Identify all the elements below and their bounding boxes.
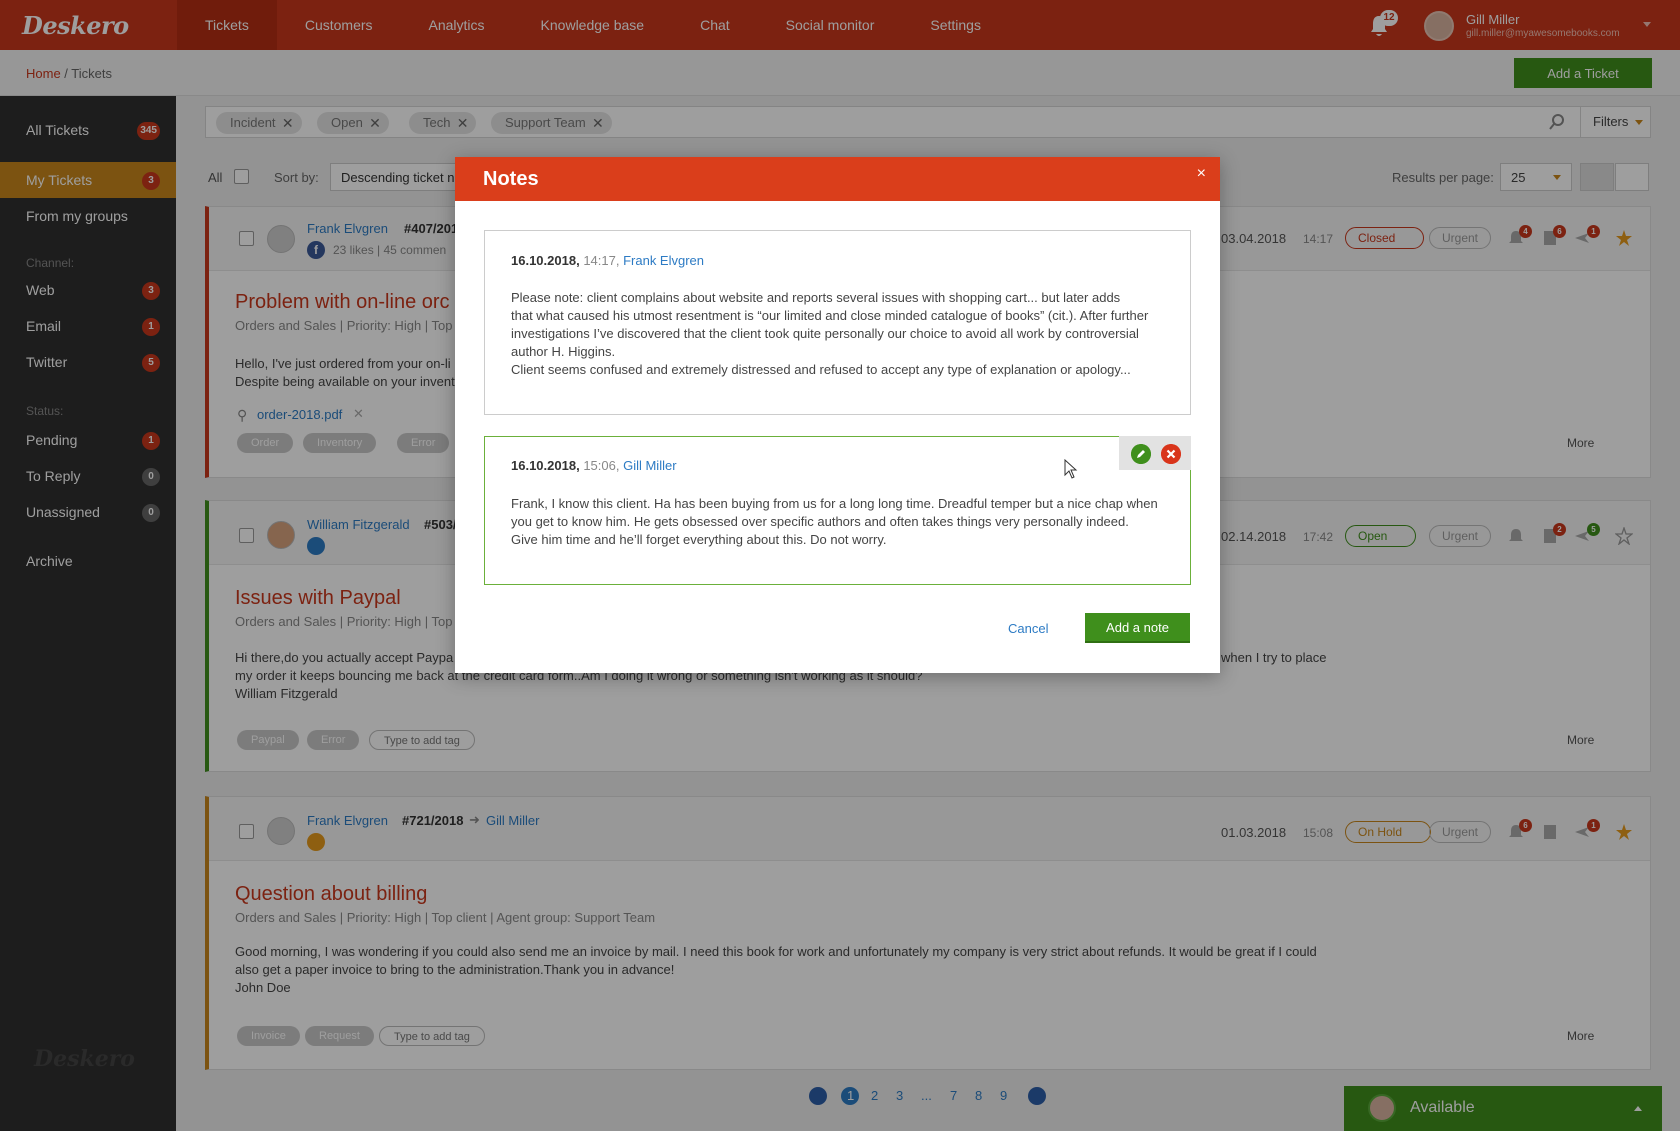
note-date: 16.10.2018, <box>511 253 580 268</box>
note-text-line: Give him time and he’ll forget everythin… <box>511 532 887 547</box>
note-text-line: Frank, I know this client. Ha has been b… <box>511 496 1158 511</box>
note-time: 15:06, <box>583 458 620 473</box>
note-text-line: investigations I’ve discovered that the … <box>511 326 1139 341</box>
modal-header: Notes × <box>455 157 1220 201</box>
note-text-line: author H. Higgins. <box>511 344 616 359</box>
note-card: 16.10.2018, 14:17, Frank Elvgren Please … <box>484 230 1191 415</box>
modal-title: Notes <box>483 168 539 190</box>
note-card-editing[interactable]: 16.10.2018, 15:06, Gill Miller Frank, I … <box>484 436 1191 585</box>
note-author-link[interactable]: Gill Miller <box>623 458 676 473</box>
note-author-link[interactable]: Frank Elvgren <box>623 253 704 268</box>
edit-pencil-icon[interactable] <box>1131 444 1151 464</box>
close-icon[interactable]: × <box>1197 165 1206 183</box>
add-note-button[interactable]: Add a note <box>1085 613 1190 643</box>
note-meta: 16.10.2018, 14:17, Frank Elvgren <box>511 253 704 268</box>
mouse-cursor-icon <box>1064 459 1078 479</box>
note-text-line: you get to know him. He gets obsessed ov… <box>511 514 1129 529</box>
note-time: 14:17, <box>583 253 620 268</box>
cancel-button[interactable]: Cancel <box>1008 621 1048 636</box>
note-text-line: Please note: client complains about webs… <box>511 290 1121 305</box>
note-date: 16.10.2018, <box>511 458 580 473</box>
note-tools <box>1119 436 1191 470</box>
delete-icon[interactable] <box>1161 444 1181 464</box>
note-text-line: Client seems confused and extremely dist… <box>511 362 1131 377</box>
notes-modal: Notes × 16.10.2018, 14:17, Frank Elvgren… <box>455 157 1220 673</box>
note-text-line: that what caused his utmost resentment i… <box>511 308 1149 323</box>
note-meta: 16.10.2018, 15:06, Gill Miller <box>511 458 677 473</box>
